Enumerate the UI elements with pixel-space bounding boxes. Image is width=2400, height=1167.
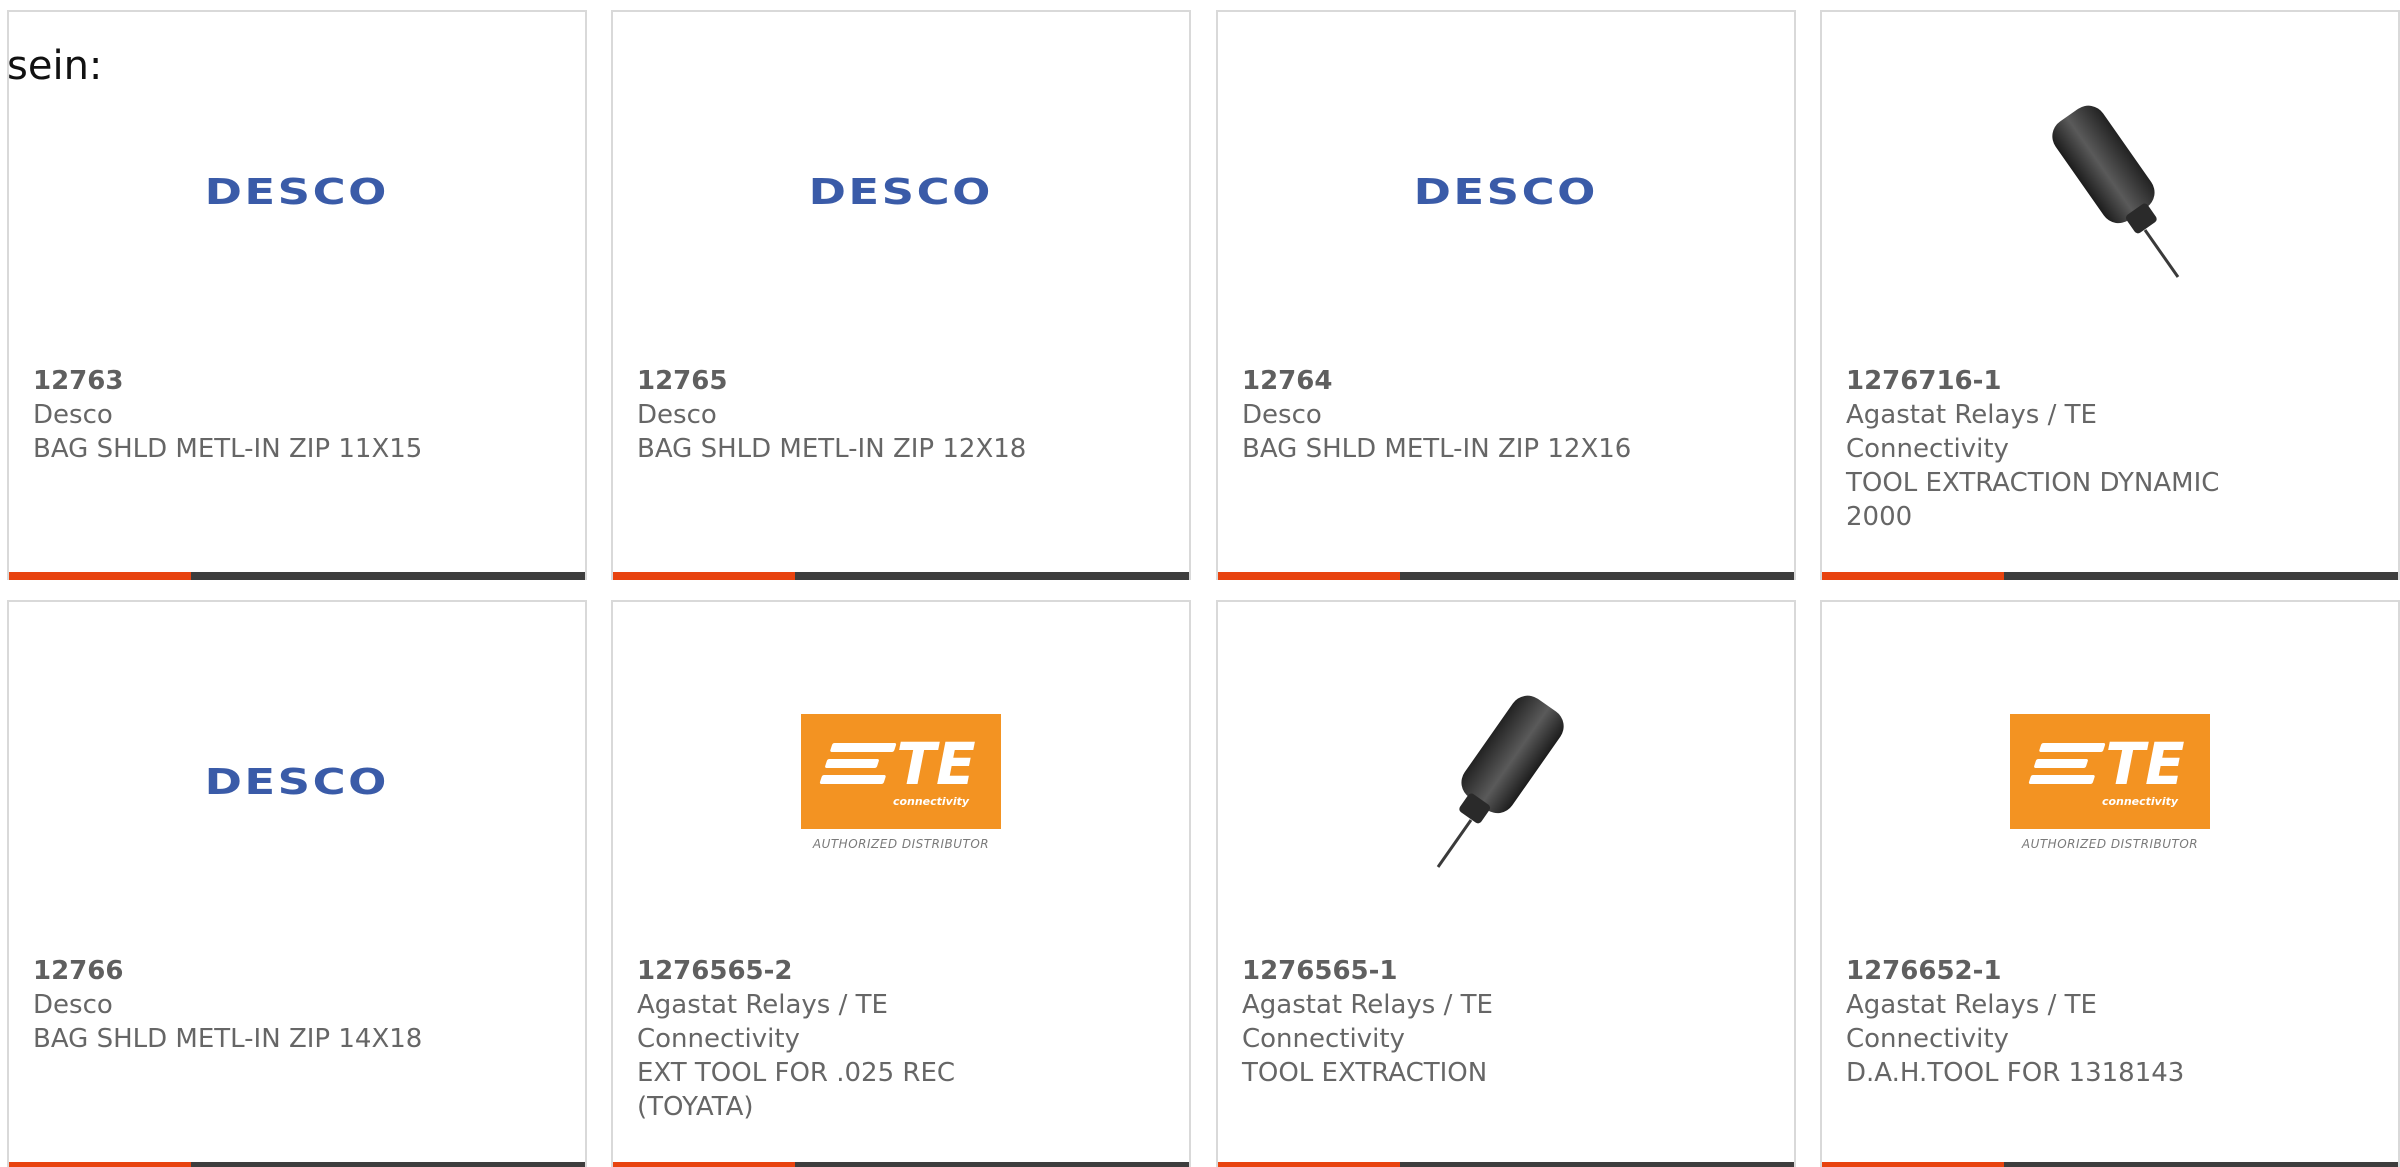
part-number-link[interactable]: 1276565-1	[1242, 954, 1662, 988]
card-accent-bar	[1822, 572, 2398, 580]
text-fragment: sein:	[7, 43, 103, 89]
card-accent-highlight	[9, 572, 192, 580]
te-logo-subtext: connectivity	[2101, 794, 2179, 808]
desco-logo: DESCO	[204, 761, 390, 803]
manufacturer-name: Agastat Relays / TE Connectivity	[637, 990, 888, 1054]
extraction-tool-photo	[2052, 105, 2180, 278]
card-accent-bar	[1822, 1162, 2398, 1167]
manufacturer-name: Desco	[637, 400, 717, 430]
card-accent-highlight	[1218, 572, 1401, 580]
part-number-link[interactable]: 1276716-1	[1846, 364, 2266, 398]
card-accent-bar	[613, 1162, 1189, 1167]
product-info: 12766 Desco BAG SHLD METL-IN ZIP 14X18	[33, 954, 453, 1056]
product-card[interactable]: TE connectivity AUTHORIZED DISTRIBUTOR 1276…	[1820, 600, 2400, 1167]
part-number-link[interactable]: 12765	[637, 364, 1057, 398]
product-card[interactable]: DESCO 12764 Desco BAG SHLD METL-IN ZIP 12X1…	[1216, 10, 1796, 580]
product-description: EXT TOOL FOR .025 REC (TOYATA)	[637, 1058, 956, 1122]
te-logo-mark: TE	[2028, 729, 2185, 798]
part-number-link[interactable]: 12766	[33, 954, 453, 988]
card-accent-highlight	[613, 572, 796, 580]
card-accent-bar	[9, 1162, 585, 1167]
te-logo-caption: AUTHORIZED DISTRIBUTOR	[2021, 836, 2199, 851]
te-logo-badge: TE connectivity	[2010, 713, 2210, 829]
manufacturer-name: Agastat Relays / TE Connectivity	[1242, 990, 1493, 1054]
extraction-tool-photo	[1436, 695, 1564, 868]
product-card[interactable]: 1276716-1 Agastat Relays / TE Connectivit…	[1820, 10, 2400, 580]
te-logo-text: TE	[2105, 729, 2185, 798]
product-description: BAG SHLD METL-IN ZIP 12X18	[637, 434, 1027, 464]
te-logo-lines-icon	[819, 743, 898, 784]
product-card[interactable]: TE connectivity AUTHORIZED DISTRIBUTOR 1276…	[611, 600, 1191, 1167]
product-grid-page: sein: DESCO 12763 Desco BAG SHLD METL-IN ZI…	[0, 0, 2400, 1167]
desco-logo: DESCO	[1413, 171, 1599, 213]
card-accent-highlight	[1218, 1162, 1401, 1167]
te-logo: TE connectivity AUTHORIZED DISTRIBUTOR	[2010, 713, 2210, 851]
product-description: TOOL EXTRACTION	[1242, 1058, 1488, 1088]
product-description: BAG SHLD METL-IN ZIP 14X18	[33, 1024, 423, 1054]
product-info: 12763 Desco BAG SHLD METL-IN ZIP 11X15	[33, 364, 453, 466]
product-info: 12764 Desco BAG SHLD METL-IN ZIP 12X16	[1242, 364, 1662, 466]
te-logo-lines-icon	[2028, 743, 2107, 784]
card-accent-highlight	[613, 1162, 796, 1167]
product-image[interactable]: TE connectivity AUTHORIZED DISTRIBUTOR	[801, 682, 1001, 882]
te-logo-subtext: connectivity	[892, 794, 970, 808]
desco-logo: DESCO	[808, 171, 994, 213]
product-image[interactable]: DESCO	[801, 92, 1001, 292]
te-logo-text: TE	[896, 729, 976, 798]
part-number-link[interactable]: 1276565-2	[637, 954, 1057, 988]
product-image[interactable]: DESCO	[197, 682, 397, 882]
card-accent-bar	[1218, 1162, 1794, 1167]
te-logo-mark: TE	[819, 729, 976, 798]
card-accent-highlight	[1822, 572, 2005, 580]
product-card[interactable]: 1276565-1 Agastat Relays / TE Connectivit…	[1216, 600, 1796, 1167]
product-description: BAG SHLD METL-IN ZIP 12X16	[1242, 434, 1632, 464]
product-info: 1276716-1 Agastat Relays / TE Connectivit…	[1846, 364, 2266, 534]
product-info: 1276652-1 Agastat Relays / TE Connectivit…	[1846, 954, 2266, 1090]
te-logo: TE connectivity AUTHORIZED DISTRIBUTOR	[801, 713, 1001, 851]
product-image[interactable]	[1406, 682, 1606, 882]
manufacturer-name: Desco	[33, 400, 113, 430]
product-card[interactable]: DESCO 12766 Desco BAG SHLD METL-IN ZIP 14X1…	[7, 600, 587, 1167]
desco-logo: DESCO	[204, 171, 390, 213]
card-accent-bar	[613, 572, 1189, 580]
product-description: BAG SHLD METL-IN ZIP 11X15	[33, 434, 423, 464]
part-number-link[interactable]: 12763	[33, 364, 453, 398]
product-description: D.A.H.TOOL FOR 1318143	[1846, 1058, 2185, 1088]
card-accent-bar	[9, 572, 585, 580]
product-image[interactable]: DESCO	[1406, 92, 1606, 292]
te-logo-badge: TE connectivity	[801, 713, 1001, 829]
part-number-link[interactable]: 1276652-1	[1846, 954, 2266, 988]
product-info: 12765 Desco BAG SHLD METL-IN ZIP 12X18	[637, 364, 1057, 466]
manufacturer-name: Agastat Relays / TE Connectivity	[1846, 990, 2097, 1054]
part-number-link[interactable]: 12764	[1242, 364, 1662, 398]
product-image[interactable]	[2010, 92, 2210, 292]
card-accent-bar	[1218, 572, 1794, 580]
manufacturer-name: Agastat Relays / TE Connectivity	[1846, 400, 2097, 464]
product-card[interactable]: DESCO 12765 Desco BAG SHLD METL-IN ZIP 12X1…	[611, 10, 1191, 580]
card-accent-highlight	[1822, 1162, 2005, 1167]
product-info: 1276565-1 Agastat Relays / TE Connectivit…	[1242, 954, 1662, 1090]
card-accent-highlight	[9, 1162, 192, 1167]
product-card[interactable]: DESCO 12763 Desco BAG SHLD METL-IN ZIP 11X1…	[7, 10, 587, 580]
product-description: TOOL EXTRACTION DYNAMIC 2000	[1846, 468, 2220, 532]
manufacturer-name: Desco	[33, 990, 113, 1020]
product-image[interactable]: DESCO	[197, 92, 397, 292]
te-logo-caption: AUTHORIZED DISTRIBUTOR	[812, 836, 990, 851]
manufacturer-name: Desco	[1242, 400, 1322, 430]
product-image[interactable]: TE connectivity AUTHORIZED DISTRIBUTOR	[2010, 682, 2210, 882]
product-info: 1276565-2 Agastat Relays / TE Connectivit…	[637, 954, 1057, 1124]
